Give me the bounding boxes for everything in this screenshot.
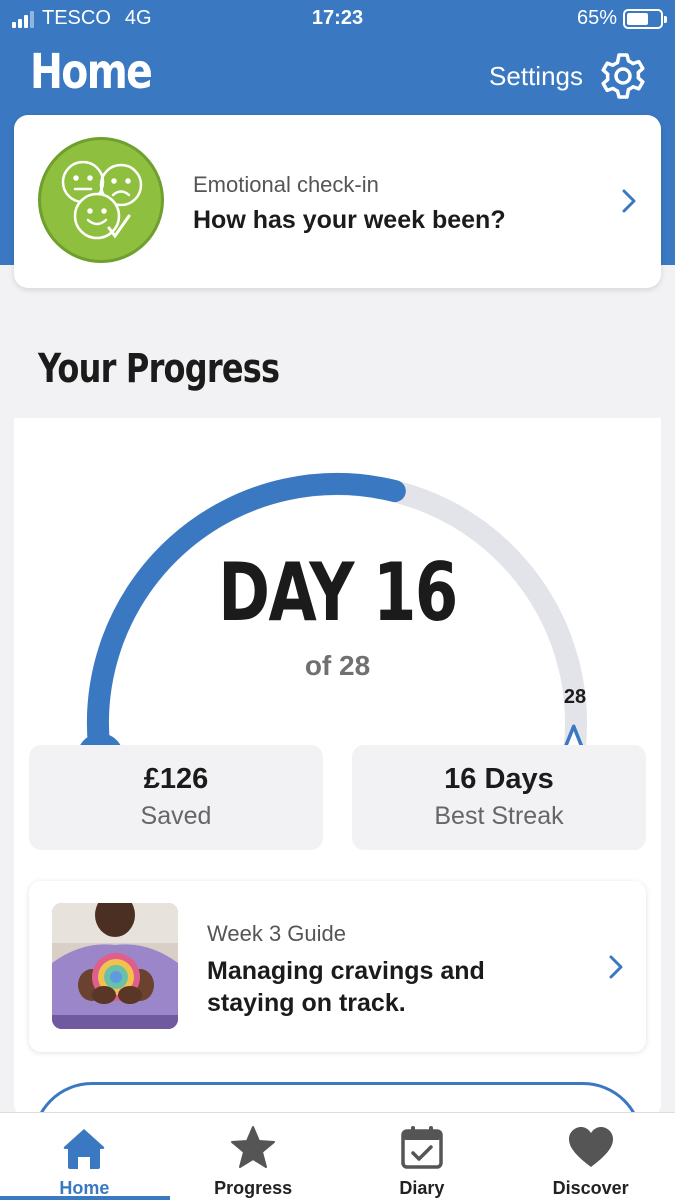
tab-diary-label: Diary [399, 1178, 445, 1198]
battery-fill [627, 12, 648, 25]
day-total: of 28 [304, 650, 371, 681]
settings-button[interactable]: Settings [489, 52, 647, 100]
guide-title: Managing cravings and staying on track. [207, 955, 485, 1019]
tab-progress[interactable]: Progress [169, 1113, 338, 1200]
battery-percent: 65% [576, 7, 617, 29]
tab-bar: Home Progress Diary Discover [0, 1112, 675, 1200]
guide-subtitle: Week 3 Guide [207, 921, 347, 946]
day-counter: DAY 16 [218, 546, 458, 639]
calendar-icon [401, 1126, 443, 1169]
page-title: Home [30, 44, 153, 100]
chevron-right-icon [609, 955, 623, 979]
tab-diary[interactable]: Diary [338, 1113, 507, 1200]
progress-title: Your Progress [38, 346, 280, 392]
settings-label: Settings [489, 60, 583, 91]
tab-discover[interactable]: Discover [506, 1113, 675, 1200]
checkin-subtitle: Emotional check-in [193, 172, 379, 197]
chevron-right-icon [622, 189, 636, 213]
guide-title-line-2: staying on track. [207, 989, 406, 1017]
guide-thumbnail [52, 903, 178, 1029]
gear-icon [601, 53, 645, 99]
saved-value: £126 [143, 763, 209, 795]
battery-icon [623, 8, 667, 29]
star-icon [231, 1126, 276, 1168]
progress-card: Your Progress DAY 16 of 28 28 £126 Saved… [14, 318, 661, 1118]
faces-icon [38, 137, 164, 263]
best-streak-stat: 16 Days Best Streak [352, 745, 646, 850]
heart-icon [568, 1127, 613, 1167]
checkin-title: How has your week been? [193, 206, 506, 234]
home-icon [64, 1129, 105, 1169]
tab-discover-label: Discover [552, 1178, 629, 1198]
best-streak-value: 16 Days [444, 763, 554, 795]
emotional-checkin-card[interactable]: Emotional check-in How has your week bee… [14, 115, 661, 288]
week-guide-card[interactable]: Week 3 Guide Managing cravings and stayi… [29, 881, 646, 1052]
status-right: 65% [576, 7, 667, 30]
active-tab-indicator [0, 1196, 170, 1200]
best-streak-label: Best Streak [434, 802, 564, 830]
tab-home[interactable]: Home [0, 1113, 170, 1200]
tab-progress-label: Progress [214, 1178, 293, 1198]
goal-day-number: 28 [563, 686, 587, 708]
saved-stat: £126 Saved [29, 745, 323, 850]
guide-title-line-1: Managing cravings and [207, 957, 485, 985]
status-bar: TESCO 4G 17:23 65% [0, 0, 675, 36]
saved-label: Saved [140, 802, 212, 830]
status-time: 17:23 [311, 7, 364, 29]
